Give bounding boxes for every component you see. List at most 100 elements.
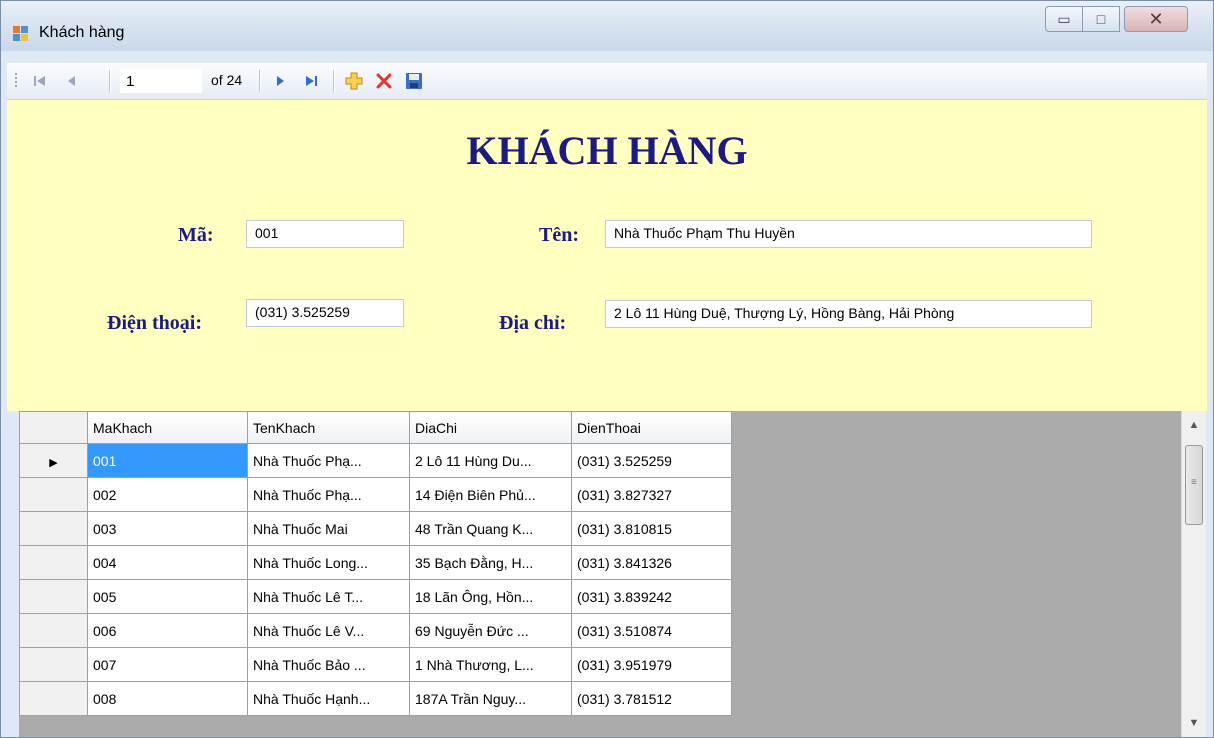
scroll-up-button[interactable]: ▲ bbox=[1182, 413, 1206, 437]
table-cell[interactable]: 003 bbox=[87, 511, 248, 546]
add-new-icon bbox=[345, 72, 363, 90]
table-cell[interactable]: (031) 3.839242 bbox=[571, 579, 732, 614]
customer-form: KHÁCH HÀNG Mã: 001 Tên: Nhà Thuốc Phạm T… bbox=[7, 100, 1207, 411]
column-header-dienthoai[interactable]: DienThoai bbox=[571, 411, 732, 444]
table-cell[interactable]: 1 Nhà Thương, L... bbox=[409, 647, 572, 682]
table-row[interactable]: ▶ 001 Nhà Thuốc Phạ... 2 Lô 11 Hùng Du..… bbox=[19, 443, 732, 478]
table-cell[interactable]: 35 Bạch Đằng, H... bbox=[409, 545, 572, 580]
table-cell[interactable]: 2 Lô 11 Hùng Du... bbox=[409, 443, 572, 478]
scroll-down-icon: ▼ bbox=[1188, 717, 1200, 729]
table-cell[interactable]: 002 bbox=[87, 477, 248, 512]
window-title: Khách hàng bbox=[39, 24, 125, 41]
corner-header[interactable] bbox=[19, 411, 88, 444]
row-header[interactable] bbox=[19, 647, 88, 682]
table-row[interactable]: 002 Nhà Thuốc Phạ... 14 Điện Biên Phủ...… bbox=[19, 477, 732, 512]
table-cell[interactable]: Nhà Thuốc Phạ... bbox=[247, 443, 410, 478]
header-row: MaKhach TenKhach DiaChi DienThoai bbox=[19, 411, 732, 444]
table-cell[interactable]: (031) 3.827327 bbox=[571, 477, 732, 512]
row-header[interactable]: ▶ bbox=[19, 443, 88, 478]
add-new-button[interactable] bbox=[339, 63, 369, 99]
table-row[interactable]: 004 Nhà Thuốc Long... 35 Bạch Đằng, H...… bbox=[19, 545, 732, 580]
toolbar-grip[interactable] bbox=[11, 63, 21, 99]
row-header[interactable] bbox=[19, 511, 88, 546]
scroll-up-icon: ▲ bbox=[1188, 419, 1200, 431]
diachi-label: Địa chỉ: bbox=[499, 312, 567, 334]
table-cell[interactable]: (031) 3.951979 bbox=[571, 647, 732, 682]
table-cell[interactable]: Nhà Thuốc Mai bbox=[247, 511, 410, 546]
row-header[interactable] bbox=[19, 681, 88, 716]
table-cell[interactable]: Nhà Thuốc Long... bbox=[247, 545, 410, 580]
table-cell[interactable]: 005 bbox=[87, 579, 248, 614]
column-header-diachi[interactable]: DiaChi bbox=[409, 411, 572, 444]
minimize-button[interactable]: ▭ bbox=[1045, 6, 1083, 32]
close-button[interactable]: ✕ bbox=[1124, 6, 1188, 32]
move-last-icon bbox=[306, 76, 317, 86]
table-cell[interactable]: Nhà Thuốc Phạ... bbox=[247, 477, 410, 512]
title-bar[interactable]: Khách hàng ▭ □ ✕ bbox=[1, 1, 1213, 51]
save-button[interactable] bbox=[399, 63, 429, 99]
ma-label: Mã: bbox=[178, 224, 214, 246]
table-cell[interactable]: (031) 3.510874 bbox=[571, 613, 732, 648]
table-cell[interactable]: (031) 3.841326 bbox=[571, 545, 732, 580]
column-header-makhach[interactable]: MaKhach bbox=[87, 411, 248, 444]
table-row[interactable]: 003 Nhà Thuốc Mai 48 Trần Quang K... (03… bbox=[19, 511, 732, 546]
table-cell[interactable]: Nhà Thuốc Lê V... bbox=[247, 613, 410, 648]
table-cell[interactable]: (031) 3.525259 bbox=[571, 443, 732, 478]
table-cell[interactable]: Nhà Thuốc Hạnh... bbox=[247, 681, 410, 716]
table-cell[interactable]: 008 bbox=[87, 681, 248, 716]
row-header[interactable] bbox=[19, 545, 88, 580]
table-cell[interactable]: 18 Lãn Ông, Hồn... bbox=[409, 579, 572, 614]
toolbar-separator bbox=[109, 70, 111, 92]
maximize-icon: □ bbox=[1096, 11, 1106, 27]
ten-field[interactable]: Nhà Thuốc Phạm Thu Huyền bbox=[605, 220, 1092, 248]
move-previous-button[interactable] bbox=[57, 63, 87, 99]
minimize-icon: ▭ bbox=[1057, 10, 1071, 27]
row-header[interactable] bbox=[19, 579, 88, 614]
main-window: Khách hàng ▭ □ ✕ of 24 bbox=[0, 0, 1214, 738]
table-cell[interactable]: 001 bbox=[87, 443, 248, 478]
diachi-field[interactable]: 2 Lô 11 Hùng Duệ, Thượng Lý, Hồng Bàng, … bbox=[605, 300, 1092, 328]
move-last-button[interactable] bbox=[297, 63, 327, 99]
dienthoai-label: Điện thoại: bbox=[107, 312, 202, 334]
table-row[interactable]: 008 Nhà Thuốc Hạnh... 187A Trần Nguy... … bbox=[19, 681, 732, 716]
table-cell[interactable]: Nhà Thuốc Lê T... bbox=[247, 579, 410, 614]
column-header-tenkhach[interactable]: TenKhach bbox=[247, 411, 410, 444]
table-cell[interactable]: 14 Điện Biên Phủ... bbox=[409, 477, 572, 512]
table-cell[interactable]: 187A Trần Nguy... bbox=[409, 681, 572, 716]
table-row[interactable]: 005 Nhà Thuốc Lê T... 18 Lãn Ông, Hồn...… bbox=[19, 579, 732, 614]
move-next-icon bbox=[277, 76, 284, 86]
customer-grid[interactable]: MaKhach TenKhach DiaChi DienThoai ▶ 001 … bbox=[19, 411, 1205, 737]
ma-field[interactable]: 001 bbox=[246, 220, 404, 248]
table-cell[interactable]: 006 bbox=[87, 613, 248, 648]
table-row[interactable]: 006 Nhà Thuốc Lê V... 69 Nguyễn Đức ... … bbox=[19, 613, 732, 648]
table-cell[interactable]: 69 Nguyễn Đức ... bbox=[409, 613, 572, 648]
scroll-thumb[interactable]: ≡ bbox=[1185, 445, 1203, 525]
table-cell[interactable]: 007 bbox=[87, 647, 248, 682]
app-icon bbox=[13, 26, 29, 42]
table-cell[interactable]: (031) 3.810815 bbox=[571, 511, 732, 546]
grip-icon: ≡ bbox=[1191, 477, 1197, 488]
binding-navigator: of 24 bbox=[7, 63, 1207, 100]
save-icon bbox=[406, 73, 422, 89]
row-header[interactable] bbox=[19, 613, 88, 648]
customer-table: MaKhach TenKhach DiaChi DienThoai ▶ 001 … bbox=[19, 411, 732, 716]
table-cell[interactable]: (031) 3.781512 bbox=[571, 681, 732, 716]
dienthoai-field[interactable]: (031) 3.525259 bbox=[246, 299, 404, 327]
table-cell[interactable]: 004 bbox=[87, 545, 248, 580]
table-row[interactable]: 007 Nhà Thuốc Bảo ... 1 Nhà Thương, L...… bbox=[19, 647, 732, 682]
page-title: KHÁCH HÀNG bbox=[466, 128, 748, 173]
scroll-down-button[interactable]: ▼ bbox=[1182, 711, 1206, 735]
row-header[interactable] bbox=[19, 477, 88, 512]
toolbar-separator bbox=[333, 70, 335, 92]
current-row-icon: ▶ bbox=[49, 456, 58, 469]
table-cell[interactable]: 48 Trần Quang K... bbox=[409, 511, 572, 546]
vertical-scrollbar[interactable]: ▲ ≡ ▼ bbox=[1181, 411, 1206, 737]
position-input[interactable] bbox=[120, 69, 202, 93]
table-cell[interactable]: Nhà Thuốc Bảo ... bbox=[247, 647, 410, 682]
close-icon: ✕ bbox=[1148, 8, 1164, 29]
move-next-button[interactable] bbox=[265, 63, 295, 99]
maximize-button[interactable]: □ bbox=[1082, 6, 1120, 32]
ten-label: Tên: bbox=[539, 224, 579, 246]
move-first-button[interactable] bbox=[25, 63, 55, 99]
delete-button[interactable] bbox=[369, 63, 399, 99]
